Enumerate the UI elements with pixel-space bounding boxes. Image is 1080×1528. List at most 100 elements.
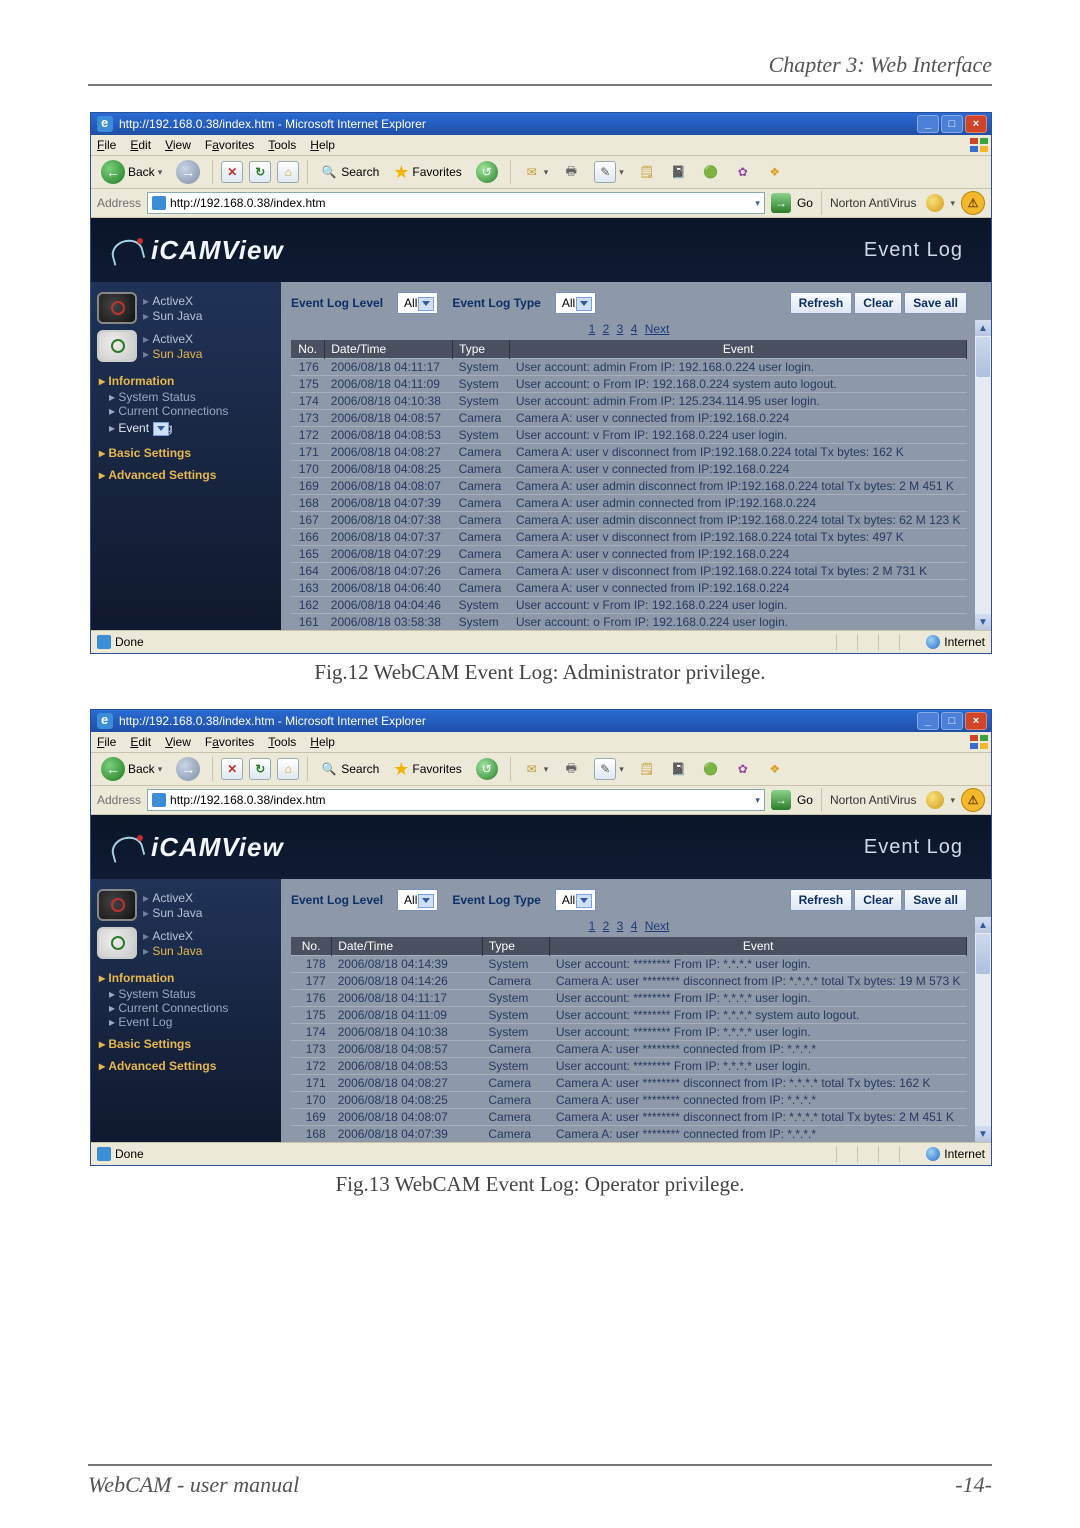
sidebar-cam2-sunjava[interactable]: Sun Java — [143, 347, 202, 361]
sidebar-event-log[interactable]: ▸ Event Log — [109, 1015, 281, 1029]
menu-help[interactable]: Help — [310, 138, 335, 152]
type-select[interactable]: All — [555, 292, 596, 314]
norton-icon[interactable] — [926, 194, 944, 212]
menu-favorites[interactable]: Favorites — [205, 735, 254, 749]
scroll-up-icon[interactable]: ▲ — [975, 917, 991, 933]
sidebar-advanced-settings[interactable]: Advanced Settings — [99, 1059, 281, 1073]
gear-icon[interactable]: ✿ — [730, 758, 756, 780]
scrollbar[interactable]: ▲ ▼ — [975, 320, 991, 630]
menu-bar[interactable]: File Edit View Favorites Tools Help — [91, 732, 991, 753]
sidebar-cam1-activex[interactable]: ActiveX — [143, 891, 202, 905]
close-button[interactable]: × — [965, 712, 987, 730]
address-input[interactable]: http://192.168.0.38/index.htm▾ — [147, 192, 765, 214]
scrollbar[interactable]: ▲ ▼ — [975, 917, 991, 1142]
page-next[interactable]: Next — [645, 919, 670, 933]
sidebar-basic-settings[interactable]: Basic Settings — [99, 1037, 281, 1051]
scroll-thumb[interactable] — [976, 934, 990, 974]
level-select[interactable]: All — [397, 889, 438, 911]
history-button[interactable]: ↺ — [472, 756, 502, 782]
sidebar-current-connections[interactable]: ▸ Current Connections — [109, 1001, 281, 1015]
col-no[interactable]: No. — [291, 340, 325, 359]
menu-tools[interactable]: Tools — [268, 735, 296, 749]
research-button[interactable]: 📓 — [666, 161, 692, 183]
window-titlebar[interactable]: http://192.168.0.38/index.htm - Microsof… — [91, 710, 991, 732]
page-2[interactable]: 2 — [603, 919, 610, 933]
back-button[interactable]: ←Back▾ — [97, 755, 166, 783]
edit-button[interactable]: ✎▾ — [590, 756, 628, 782]
research-button[interactable]: 📓 — [666, 758, 692, 780]
home-button[interactable]: ⌂ — [277, 758, 299, 780]
maximize-button[interactable]: □ — [941, 115, 963, 133]
forward-button[interactable]: → — [172, 158, 204, 186]
favorites-button[interactable]: ★Favorites — [389, 757, 466, 782]
sidebar-basic-settings[interactable]: Basic Settings — [99, 446, 281, 460]
address-input[interactable]: http://192.168.0.38/index.htm▾ — [147, 789, 765, 811]
sidebar-current-connections[interactable]: ▸ Current Connections — [109, 404, 281, 418]
messenger-button[interactable]: 🟢 — [698, 758, 724, 780]
chevron-down-icon[interactable]: ▾ — [755, 198, 760, 209]
type-select[interactable]: All — [555, 889, 596, 911]
col-event[interactable]: Event — [510, 340, 967, 359]
go-button[interactable]: → — [771, 193, 791, 213]
forward-button[interactable]: → — [172, 755, 204, 783]
sidebar-system-status[interactable]: ▸ System Status — [109, 987, 281, 1001]
refresh-button[interactable]: ↻ — [249, 758, 271, 780]
scroll-track[interactable] — [975, 975, 991, 1126]
sidebar-cam2-sunjava[interactable]: Sun Java — [143, 944, 202, 958]
print-button[interactable]: 🖶 — [558, 161, 584, 183]
page-3[interactable]: 3 — [617, 919, 624, 933]
page-1[interactable]: 1 — [589, 919, 596, 933]
menu-help[interactable]: Help — [310, 735, 335, 749]
page-1[interactable]: 1 — [589, 322, 596, 336]
menu-tools[interactable]: Tools — [268, 138, 296, 152]
sidebar-cam1-sunjava[interactable]: Sun Java — [143, 906, 202, 920]
sidebar-cam1-activex[interactable]: ActiveX — [143, 294, 202, 308]
refresh-button[interactable]: Refresh — [790, 292, 853, 314]
refresh-button[interactable]: Refresh — [790, 889, 853, 911]
menu-favorites[interactable]: Favorites — [205, 138, 254, 152]
print-button[interactable]: 🖶 — [558, 758, 584, 780]
home-button[interactable]: ⌂ — [277, 161, 299, 183]
mail-button[interactable]: ✉▾ — [519, 758, 553, 780]
sidebar-advanced-settings[interactable]: Advanced Settings — [99, 468, 281, 482]
col-type[interactable]: Type — [482, 937, 549, 956]
clear-button[interactable]: Clear — [854, 889, 902, 911]
sidebar-system-status[interactable]: ▸ System Status — [109, 390, 281, 404]
sidebar-information[interactable]: Information — [99, 374, 281, 388]
search-button[interactable]: 🔍Search — [316, 161, 383, 183]
mail-button[interactable]: ✉▾ — [519, 161, 553, 183]
discuss-button[interactable]: 🗒 — [634, 758, 660, 780]
saveall-button[interactable]: Save all — [904, 292, 967, 314]
favorites-button[interactable]: ★Favorites — [389, 160, 466, 185]
sidebar-event-log[interactable]: ▸ Event Log — [109, 418, 281, 438]
gear-icon[interactable]: ✿ — [730, 161, 756, 183]
threat-icon[interactable]: ⚠ — [961, 191, 985, 215]
col-datetime[interactable]: Date/Time — [332, 937, 483, 956]
scroll-track[interactable] — [975, 378, 991, 614]
norton-icon[interactable] — [926, 791, 944, 809]
menu-view[interactable]: View — [165, 138, 191, 152]
scroll-thumb[interactable] — [976, 337, 990, 377]
page-3[interactable]: 3 — [617, 322, 624, 336]
maximize-button[interactable]: □ — [941, 712, 963, 730]
edit-button[interactable]: ✎▾ — [590, 159, 628, 185]
page-next[interactable]: Next — [645, 322, 670, 336]
level-select[interactable]: All — [397, 292, 438, 314]
security-zone[interactable]: Internet — [926, 635, 985, 649]
history-button[interactable]: ↺ — [472, 159, 502, 185]
clear-button[interactable]: Clear — [854, 292, 902, 314]
security-zone[interactable]: Internet — [926, 1147, 985, 1161]
minimize-button[interactable]: _ — [917, 712, 939, 730]
menu-view[interactable]: View — [165, 735, 191, 749]
sidebar-cam2-activex[interactable]: ActiveX — [143, 332, 202, 346]
col-event[interactable]: Event — [550, 937, 967, 956]
page-2[interactable]: 2 — [603, 322, 610, 336]
minimize-button[interactable]: _ — [917, 115, 939, 133]
col-no[interactable]: No. — [291, 937, 332, 956]
folder-button[interactable]: ❖ — [762, 758, 788, 780]
messenger-button[interactable]: 🟢 — [698, 161, 724, 183]
page-4[interactable]: 4 — [631, 322, 638, 336]
threat-icon[interactable]: ⚠ — [961, 788, 985, 812]
stop-button[interactable]: ✕ — [221, 758, 243, 780]
discuss-button[interactable]: 🗒 — [634, 161, 660, 183]
